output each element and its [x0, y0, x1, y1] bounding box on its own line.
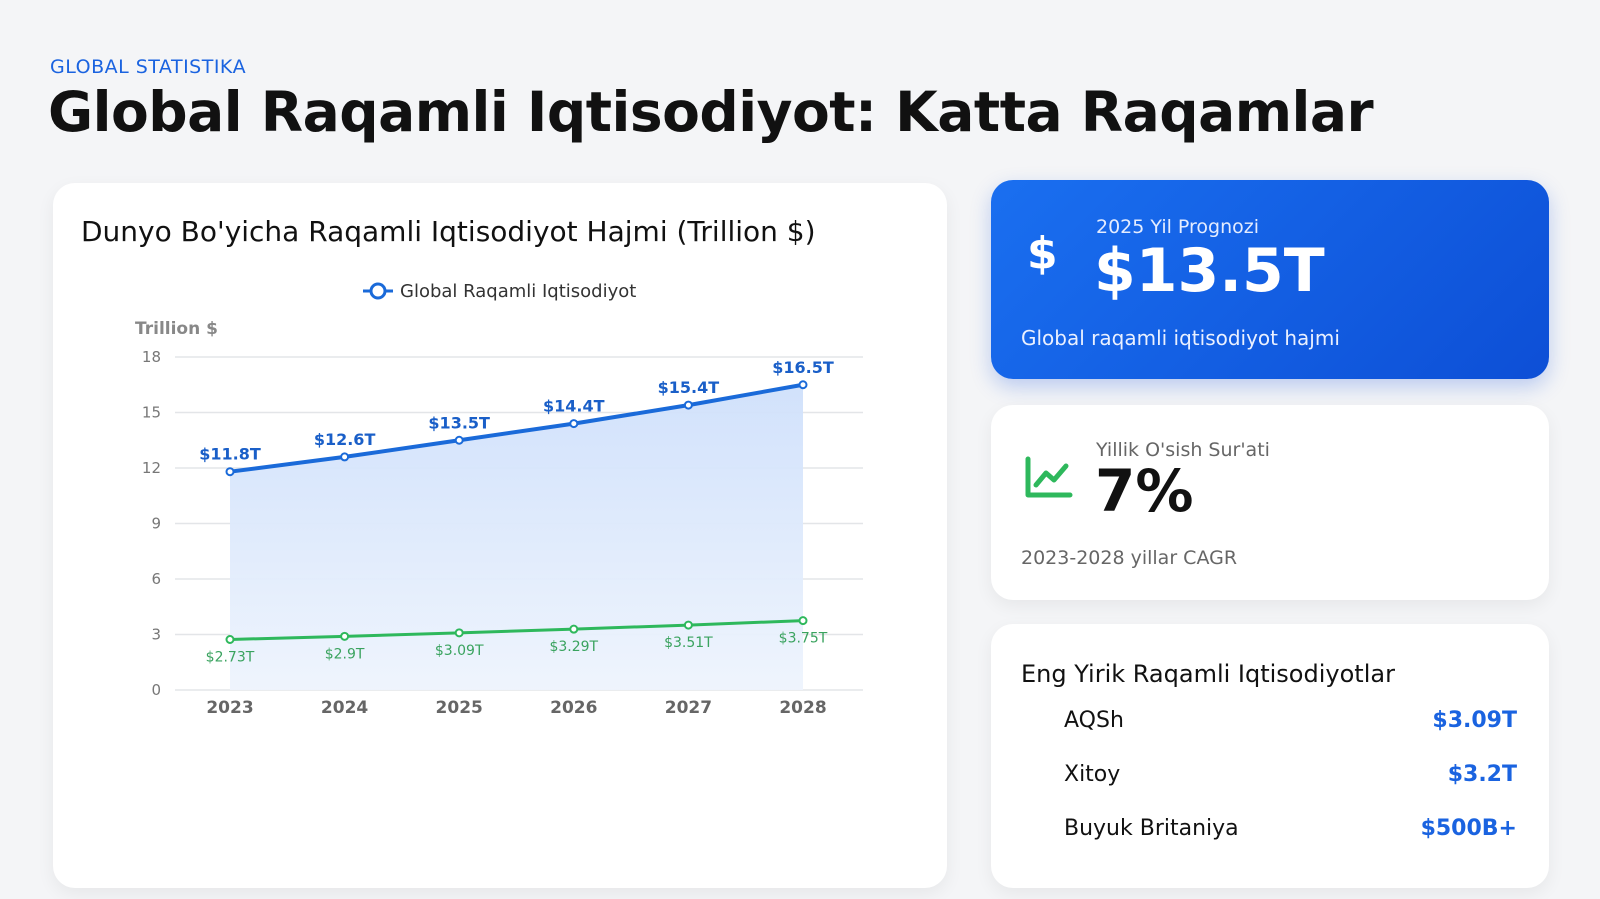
data-point: [454, 628, 464, 638]
data-label: $2.9T: [325, 646, 365, 662]
data-label: $3.09T: [435, 643, 484, 659]
y-tick-label: 12: [142, 459, 161, 477]
data-label: $16.5T: [772, 358, 834, 377]
x-tick-label: 2027: [665, 698, 712, 718]
economies-card: Eng Yirik Raqamli Iqtisodiyotlar AQSh $3…: [991, 624, 1549, 888]
y-axis-label: Trillion $: [135, 319, 218, 339]
economies-title: Eng Yirik Raqamli Iqtisodiyotlar: [1021, 660, 1395, 688]
data-point: [683, 620, 693, 630]
data-point: [569, 419, 579, 429]
data-label: $13.5T: [428, 413, 490, 432]
data-point: [798, 616, 808, 626]
eyebrow: GLOBAL STATISTIKA: [50, 56, 247, 78]
data-label: $12.6T: [314, 430, 376, 449]
dollar-icon: $: [1027, 228, 1058, 279]
y-tick-label: 6: [151, 570, 161, 588]
y-tick-label: 9: [151, 515, 161, 533]
economy-name: Xitoy: [1064, 762, 1121, 787]
data-label: $14.4T: [543, 397, 605, 416]
growth-subtitle: 2023-2028 yillar CAGR: [1021, 547, 1238, 569]
x-tick-label: 2024: [321, 698, 368, 718]
data-point: [340, 452, 350, 462]
x-tick-label: 2026: [550, 698, 597, 718]
data-label: $15.4T: [658, 378, 720, 397]
data-point: [340, 631, 350, 641]
list-item: Xitoy $3.2T: [991, 756, 1549, 796]
economy-value: $3.2T: [1447, 762, 1517, 787]
legend-marker: [369, 282, 387, 300]
data-label: $2.73T: [206, 649, 255, 665]
page-title: Global Raqamli Iqtisodiyot: Katta Raqaml…: [48, 80, 1374, 144]
data-label: $11.8T: [199, 445, 261, 464]
growth-card: Yillik O'sish Sur'ati 7% 2023-2028 yilla…: [991, 405, 1549, 600]
economy-name: Buyuk Britaniya: [1064, 816, 1239, 841]
data-point: [569, 624, 579, 634]
list-item: Buyuk Britaniya $500B+: [991, 810, 1549, 850]
forecast-subtitle: Global raqamli iqtisodiyot hajmi: [1021, 326, 1340, 350]
x-tick-label: 2023: [206, 698, 253, 718]
data-label: $3.51T: [664, 635, 713, 651]
y-tick-label: 3: [151, 626, 161, 644]
data-point: [683, 400, 693, 410]
data-label: $3.29T: [549, 639, 598, 655]
economy-name: AQSh: [1064, 708, 1124, 733]
chart-card: Dunyo Bo'yicha Raqamli Iqtisodiyot Hajmi…: [53, 183, 947, 888]
list-item: AQSh $3.09T: [991, 702, 1549, 742]
data-point: [225, 467, 235, 477]
x-tick-label: 2028: [779, 698, 826, 718]
data-label: $3.75T: [779, 631, 828, 647]
trend-up-icon: [1025, 456, 1073, 498]
y-tick-label: 18: [142, 348, 161, 366]
data-point: [798, 380, 808, 390]
economy-value: $3.09T: [1432, 708, 1517, 733]
data-point: [225, 634, 235, 644]
y-tick-label: 15: [142, 404, 161, 422]
forecast-label: 2025 Yil Prognozi: [1096, 216, 1260, 238]
y-tick-label: 0: [151, 681, 161, 699]
line-chart: 0 3 6 9 12 15 18 Trillion $ 2023 2024 2025 2026 2027…: [135, 281, 863, 718]
growth-value: 7%: [1095, 457, 1194, 525]
data-point: [454, 435, 464, 445]
legend-label: Global Raqamli Iqtisodiyot: [400, 281, 636, 302]
economy-value: $500B+: [1420, 816, 1517, 841]
forecast-card: $ 2025 Yil Prognozi $13.5T Global raqaml…: [991, 180, 1549, 379]
x-tick-label: 2025: [436, 698, 483, 718]
forecast-value: $13.5T: [1094, 236, 1325, 306]
